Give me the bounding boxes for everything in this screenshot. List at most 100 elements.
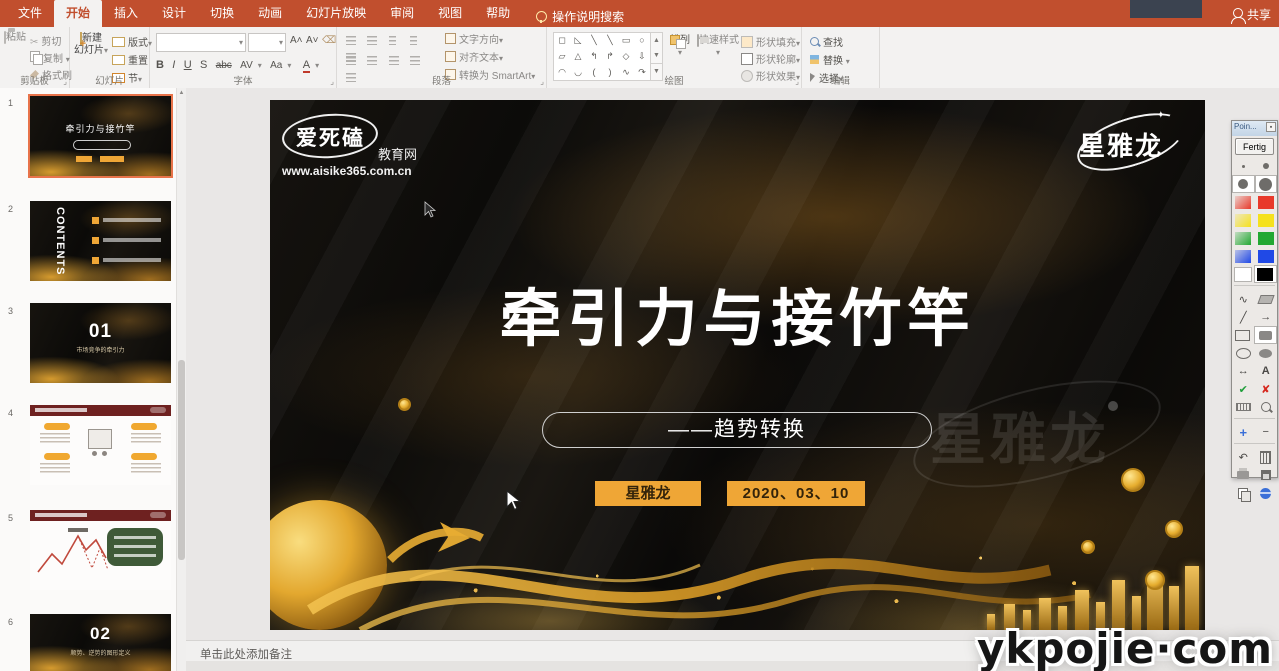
slide-thumbnail-2[interactable]: CONTENTS [30, 201, 171, 281]
print-button[interactable] [1232, 466, 1255, 484]
tell-me-search[interactable]: 操作说明搜索 [536, 8, 624, 27]
bold-button[interactable]: B [156, 59, 164, 71]
thumbnail-scrollbar[interactable]: ▲ [176, 88, 186, 671]
color-red-soft-swatch[interactable] [1232, 193, 1255, 211]
ruler-tool[interactable] [1232, 398, 1255, 416]
new-slide-button[interactable]: 新建 幻灯片▾ [73, 33, 109, 57]
slide-thumbnail-3[interactable]: 01 市场竞争的牵引力 [30, 303, 171, 383]
text-direction-button[interactable]: 文字方向▾ [445, 31, 535, 46]
zoom-in-tool[interactable]: + [1232, 423, 1255, 441]
pen-size-xlarge-button[interactable] [1255, 175, 1278, 193]
rectangle-tool[interactable] [1232, 326, 1254, 344]
tab-home[interactable]: 开始 [54, 0, 102, 27]
font-size-select[interactable]: ▾ [248, 33, 286, 52]
pen-size-large-button[interactable] [1232, 175, 1255, 193]
share-button[interactable]: 共享 [1233, 6, 1271, 23]
change-case-button[interactable]: Aa [270, 60, 282, 71]
numbering-button[interactable] [364, 33, 380, 47]
shape-icon[interactable]: ◻ [558, 36, 565, 45]
tab-file[interactable]: 文件 [6, 0, 54, 27]
slide-thumbnail-6[interactable]: 02 顺势、逆势的图形定义 [30, 614, 171, 671]
shape-outline-button[interactable]: 形状轮廓▾ [741, 51, 800, 66]
info-button[interactable] [1255, 484, 1278, 502]
scroll-down-icon[interactable]: ▼ [651, 48, 662, 63]
font-name-select[interactable]: ▾ [156, 33, 246, 52]
tab-help[interactable]: 帮助 [474, 0, 522, 27]
find-button[interactable]: 查找 [810, 34, 850, 49]
shape-icon[interactable]: ╲ [607, 36, 612, 45]
slide-thumbnail-4[interactable] [30, 405, 171, 485]
pen-size-small-button[interactable] [1232, 157, 1255, 175]
magnifier-tool[interactable] [1255, 398, 1278, 416]
undo-button[interactable]: ↶ [1232, 448, 1255, 466]
shrink-font-button[interactable]: A˅ [306, 35, 319, 46]
cut-button[interactable]: ✂剪切 [30, 33, 72, 48]
italic-button[interactable]: I [172, 59, 175, 71]
eraser-tool[interactable] [1255, 290, 1278, 308]
filled-ellipse-tool[interactable] [1255, 344, 1278, 362]
shape-icon[interactable]: ▭ [622, 36, 631, 45]
shape-icon[interactable]: ╲ [591, 36, 596, 45]
paste-button[interactable]: 粘贴 [2, 32, 28, 44]
slide-subtitle-pill[interactable]: ——趋势转换 [542, 412, 932, 448]
check-tool[interactable]: ✔ [1232, 380, 1255, 398]
shape-icon[interactable]: ↱ [606, 52, 614, 61]
text-tool[interactable]: A [1255, 362, 1278, 380]
dialog-launcher-icon[interactable]: ⌟ [795, 77, 799, 86]
color-green-soft-swatch[interactable] [1232, 229, 1255, 247]
shape-icon[interactable]: ◇ [623, 52, 630, 61]
reset-button[interactable]: 重置 [112, 52, 152, 67]
replace-button[interactable]: 替换 ▾ [810, 52, 850, 67]
save-button[interactable] [1255, 466, 1278, 484]
bullets-button[interactable] [343, 33, 359, 47]
color-blue-soft-swatch[interactable] [1232, 247, 1255, 265]
shape-icon[interactable]: △ [575, 52, 582, 61]
freehand-tool[interactable]: ∿ [1232, 290, 1255, 308]
justify-button[interactable] [407, 53, 423, 67]
color-black-swatch[interactable] [1254, 265, 1278, 283]
clear-format-button[interactable]: ⌫ [322, 35, 336, 46]
double-arrow-tool[interactable]: ↔ [1232, 362, 1255, 380]
slide-canvas[interactable]: 爱死磕 教育网 www.aisike365.com.cn 星雅龙 ✦ 牵引力与接… [270, 100, 1205, 630]
dialog-launcher-icon[interactable]: ⌟ [63, 77, 67, 86]
scroll-up-icon[interactable]: ▲ [177, 88, 186, 98]
line-tool[interactable]: ╱ [1232, 308, 1255, 326]
tab-animations[interactable]: 动画 [246, 0, 294, 27]
cross-tool[interactable]: ✘ [1255, 380, 1278, 398]
align-text-button[interactable]: 对齐文本▾ [445, 49, 535, 64]
pen-size-medium-button[interactable] [1255, 157, 1278, 175]
zoom-out-tool[interactable]: − [1255, 423, 1278, 441]
copy-screen-button[interactable] [1232, 484, 1255, 502]
color-yellow-soft-swatch[interactable] [1232, 211, 1255, 229]
delete-all-button[interactable] [1255, 448, 1278, 466]
layout-button[interactable]: 版式▾ [112, 34, 152, 49]
shape-icon[interactable]: ⇩ [638, 52, 646, 61]
date-badge[interactable]: 2020、03、10 [727, 481, 865, 506]
shape-icon[interactable]: ▱ [559, 52, 566, 61]
slide-title[interactable]: 牵引力与接竹竿 [270, 268, 1205, 358]
author-badge[interactable]: 星雅龙 [595, 481, 701, 506]
shape-icon[interactable]: ○ [639, 36, 644, 45]
shape-fill-button[interactable]: 形状填充▾ [741, 34, 800, 49]
slide-thumbnail-5[interactable] [30, 510, 171, 590]
tab-view[interactable]: 视图 [426, 0, 474, 27]
arrange-button[interactable]: 排列▾ [665, 35, 695, 59]
tab-insert[interactable]: 插入 [102, 0, 150, 27]
character-spacing-button[interactable]: AV [240, 60, 253, 71]
color-yellow-swatch[interactable] [1255, 211, 1278, 229]
align-center-button[interactable] [364, 53, 380, 67]
decrease-indent-button[interactable] [386, 33, 402, 47]
strikethrough-button[interactable]: abc [216, 60, 232, 71]
scroll-up-icon[interactable]: ▲ [651, 33, 662, 48]
color-blue-swatch[interactable] [1255, 247, 1278, 265]
tab-review[interactable]: 审阅 [378, 0, 426, 27]
quick-styles-button[interactable]: 快速样式▾ [697, 35, 739, 59]
arrow-tool[interactable]: → [1255, 308, 1278, 326]
dialog-launcher-icon[interactable]: ⌟ [330, 77, 334, 86]
shape-icon[interactable]: ↰ [590, 52, 598, 61]
color-red-swatch[interactable] [1255, 193, 1278, 211]
increase-indent-button[interactable] [407, 33, 423, 47]
align-right-button[interactable] [386, 53, 402, 67]
font-color-button[interactable]: A [303, 59, 310, 73]
copy-button[interactable]: 复制 ▾ [30, 50, 72, 65]
